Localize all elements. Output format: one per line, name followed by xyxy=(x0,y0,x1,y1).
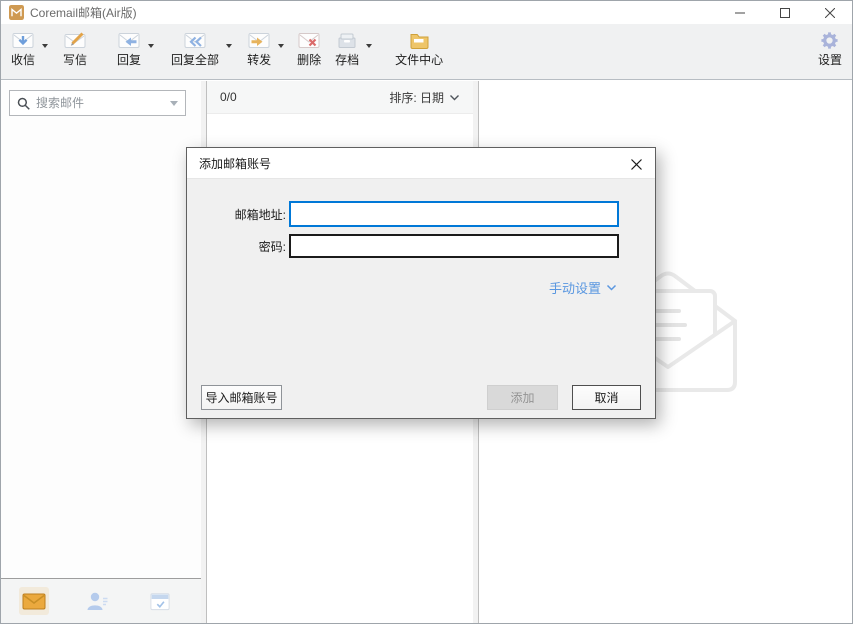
toolbar-receive-button[interactable]: 收信 xyxy=(7,31,39,67)
dialog-title: 添加邮箱账号 xyxy=(199,155,271,172)
toolbar-reply-button[interactable]: 回复 xyxy=(113,31,145,67)
toolbar-reply-label: 回复 xyxy=(117,54,141,67)
toolbar-delete-label: 删除 xyxy=(297,54,321,67)
toolbar-compose-button[interactable]: 写信 xyxy=(59,31,91,67)
email-input[interactable] xyxy=(289,201,619,227)
forward-icon xyxy=(248,31,270,50)
sort-label: 排序: 日期 xyxy=(389,89,444,106)
manual-settings-link[interactable]: 手动设置 xyxy=(549,278,617,297)
mail-list-header: 0/0 排序: 日期 xyxy=(207,81,473,114)
reply-all-icon xyxy=(184,31,206,50)
email-label: 邮箱地址: xyxy=(187,206,289,223)
sidebar-bottom-nav xyxy=(1,578,201,623)
toolbar-receive-label: 收信 xyxy=(11,54,35,67)
archive-icon xyxy=(336,31,358,50)
compose-icon xyxy=(64,31,86,50)
receive-mail-icon xyxy=(12,31,34,50)
toolbar-reply-all-button[interactable]: 回复全部 xyxy=(167,31,223,67)
titlebar: Coremail邮箱(Air版) xyxy=(1,1,852,24)
maximize-icon[interactable] xyxy=(762,1,807,24)
chevron-down-icon xyxy=(278,44,284,48)
nav-mail-tab[interactable] xyxy=(19,587,49,615)
toolbar-archive-dropdown[interactable] xyxy=(363,33,375,59)
mail-tab-icon xyxy=(22,592,46,611)
chevron-down-icon xyxy=(366,44,372,48)
dialog-body: 邮箱地址: 密码: 手动设置 导入邮箱账号 添加 取消 xyxy=(187,179,655,418)
toolbar-file-center-label: 文件中心 xyxy=(395,54,443,67)
password-label: 密码: xyxy=(187,238,289,255)
delete-icon xyxy=(298,31,320,50)
password-field-row: 密码: xyxy=(187,234,619,258)
dialog-titlebar: 添加邮箱账号 xyxy=(187,148,655,179)
toolbar-file-center-button[interactable]: 文件中心 xyxy=(391,31,447,67)
close-icon[interactable] xyxy=(807,1,852,24)
minimize-icon[interactable] xyxy=(717,1,762,24)
dialog-close-icon[interactable] xyxy=(627,156,645,172)
toolbar-forward-dropdown[interactable] xyxy=(275,33,287,59)
toolbar-forward-button[interactable]: 转发 xyxy=(243,31,275,67)
toolbar: 收信 写信 回复 xyxy=(1,24,852,80)
add-button[interactable]: 添加 xyxy=(487,385,558,410)
chevron-down-icon xyxy=(226,44,232,48)
search-input[interactable] xyxy=(36,96,164,110)
contacts-tab-icon xyxy=(85,591,109,611)
window-title: Coremail邮箱(Air版) xyxy=(30,4,137,21)
sort-control[interactable]: 排序: 日期 xyxy=(389,89,460,106)
chevron-down-icon xyxy=(42,44,48,48)
toolbar-settings-button[interactable]: 设置 xyxy=(812,31,848,67)
search-icon xyxy=(17,97,30,110)
app-window: Coremail邮箱(Air版) 收信 xyxy=(0,0,853,624)
nav-contacts-tab[interactable] xyxy=(82,587,112,615)
cancel-button[interactable]: 取消 xyxy=(572,385,641,410)
folder-sidebar xyxy=(1,81,201,623)
search-dropdown-icon[interactable] xyxy=(170,101,178,106)
manual-settings-label: 手动设置 xyxy=(549,278,601,297)
toolbar-reply-dropdown[interactable] xyxy=(145,33,157,59)
toolbar-archive-label: 存档 xyxy=(335,54,359,67)
app-logo-icon xyxy=(9,5,24,20)
search-box[interactable] xyxy=(9,90,186,116)
toolbar-receive-dropdown[interactable] xyxy=(39,33,51,59)
chevron-down-icon xyxy=(449,94,460,101)
chevron-down-icon xyxy=(606,284,617,291)
toolbar-forward-label: 转发 xyxy=(247,54,271,67)
file-center-icon xyxy=(409,31,430,50)
email-field-row: 邮箱地址: xyxy=(187,201,619,227)
toolbar-settings-label: 设置 xyxy=(818,54,842,67)
toolbar-reply-all-dropdown[interactable] xyxy=(223,33,235,59)
toolbar-compose-label: 写信 xyxy=(63,54,87,67)
import-account-button[interactable]: 导入邮箱账号 xyxy=(201,385,282,410)
toolbar-delete-button[interactable]: 删除 xyxy=(293,31,325,67)
chevron-down-icon xyxy=(148,44,154,48)
toolbar-archive-button[interactable]: 存档 xyxy=(331,31,363,67)
window-controls xyxy=(717,1,852,24)
gear-icon xyxy=(820,31,839,50)
mail-count: 0/0 xyxy=(220,90,237,104)
nav-calendar-tab[interactable] xyxy=(145,587,175,615)
password-input[interactable] xyxy=(289,234,619,258)
calendar-tab-icon xyxy=(149,591,171,611)
reply-icon xyxy=(118,31,140,50)
toolbar-reply-all-label: 回复全部 xyxy=(171,54,219,67)
add-account-dialog: 添加邮箱账号 邮箱地址: 密码: 手动设置 导入邮箱账号 xyxy=(186,147,656,419)
